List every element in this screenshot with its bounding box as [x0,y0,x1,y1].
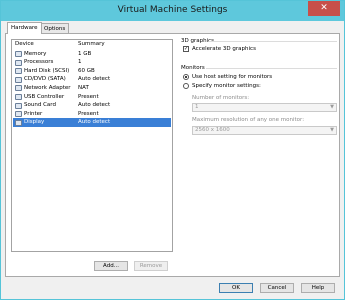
use-host-label[interactable]: Use host setting for monitors [192,74,272,80]
specify-monitor-radio[interactable] [183,83,189,89]
device-summary: Auto detect [78,76,111,83]
max-resolution-label: Maximum resolution of any one monitor: [192,117,305,123]
max-resolution-value: 2560 x 1600 [195,127,230,133]
tab-hardware[interactable]: Hardware [7,22,42,34]
device-row-hard-disk[interactable]: Hard Disk (SCSI) 60 GB [13,67,171,76]
device-row-display[interactable]: Display Auto detect [13,118,171,127]
column-header-summary[interactable]: Summary [78,41,105,47]
number-of-monitors-select[interactable]: 1 ▼ [192,103,337,112]
sound-card-icon [15,102,22,109]
processor-icon [15,59,22,66]
max-resolution-select[interactable]: 2560 x 1600 ▼ [192,126,337,135]
device-row-printer[interactable]: Printer Present [13,110,171,119]
device-summary: Auto detect [78,102,111,109]
chevron-down-icon: ▼ [330,104,334,110]
device-summary: 1 [78,59,82,66]
device-name: USB Controller [24,93,65,100]
device-row-network-adapter[interactable]: Network Adapter NAT [13,84,171,93]
device-summary: Present [78,93,99,100]
cd-dvd-icon [15,76,22,83]
cancel-button[interactable]: Cancel [260,283,294,293]
device-summary: 60 GB [78,67,95,74]
device-row-cd-dvd[interactable]: CD/DVD (SATA) Auto detect [13,75,171,84]
device-list[interactable]: Device Summary Memory 1 GB Processors 1 … [11,39,173,252]
device-row-sound-card[interactable]: Sound Card Auto detect [13,101,171,110]
settings-window: Virtual Machine Settings ✕ Hardware Opti… [0,0,345,300]
close-button[interactable]: ✕ [308,1,340,16]
hard-disk-icon [15,68,22,75]
device-name: Display [24,119,45,126]
device-name: CD/DVD (SATA) [24,76,66,83]
chevron-down-icon: ▼ [330,127,334,133]
network-adapter-icon [15,85,22,92]
printer-icon [15,111,22,118]
device-row-processors[interactable]: Processors 1 [13,58,171,67]
display-icon [15,119,22,126]
device-summary: 1 GB [78,50,92,57]
accelerate-3d-label[interactable]: Accelerate 3D graphics [192,46,256,52]
title-bar[interactable]: Virtual Machine Settings ✕ [1,1,344,21]
graphics-divider [209,41,337,42]
device-summary: Present [78,110,99,117]
help-button[interactable]: Help [301,283,335,293]
add-button[interactable]: Add... [94,261,128,271]
device-row-memory[interactable]: Memory 1 GB [13,50,171,59]
device-name: Sound Card [24,102,56,109]
monitors-divider [206,68,337,69]
device-summary: Auto detect [78,119,111,126]
accelerate-3d-checkbox[interactable]: ✓ [183,46,189,52]
device-name: Memory [24,50,47,57]
window-title: Virtual Machine Settings [117,5,228,15]
monitors-section-title: Monitors [181,65,205,71]
usb-controller-icon [15,94,22,100]
number-of-monitors-value: 1 [195,104,199,110]
column-header-device[interactable]: Device [15,41,34,47]
number-of-monitors-label: Number of monitors: [192,95,250,101]
device-row-usb-controller[interactable]: USB Controller Present [13,93,171,102]
memory-icon [15,51,22,57]
ok-button[interactable]: OK [219,283,253,293]
device-name: Printer [24,110,43,117]
specify-monitor-label[interactable]: Specify monitor settings: [192,83,261,89]
device-name: Network Adapter [24,84,71,91]
remove-button[interactable]: Remove [134,261,168,271]
use-host-radio[interactable] [183,74,189,80]
device-name: Hard Disk (SCSI) [24,67,70,74]
close-icon: ✕ [320,3,328,13]
device-summary: NAT [78,84,89,91]
device-name: Processors [24,59,54,66]
checkmark-icon: ✓ [184,46,189,52]
